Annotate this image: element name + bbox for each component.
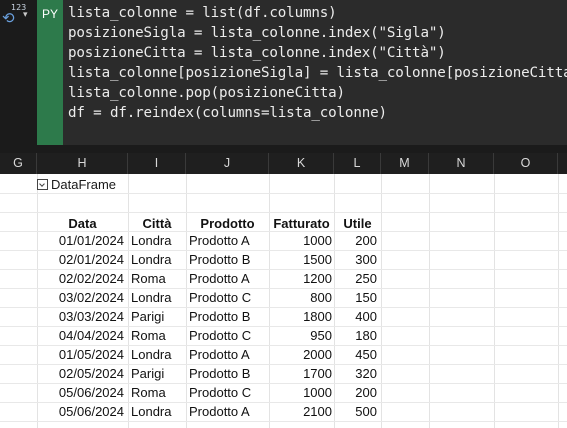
- cell-fatturato[interactable]: 950: [269, 326, 334, 345]
- cell-data[interactable]: 01/01/2024: [37, 231, 128, 250]
- cell-data[interactable]: 05/06/2024: [37, 402, 128, 421]
- dataframe-output-cell[interactable]: DataFrame: [37, 177, 116, 192]
- cell-utile[interactable]: 400: [334, 307, 381, 326]
- cell-data[interactable]: 02/01/2024: [37, 250, 128, 269]
- grid-line: [0, 421, 567, 422]
- cell-prodotto[interactable]: Prodotto C: [186, 383, 269, 402]
- cell-fatturato[interactable]: 1800: [269, 307, 334, 326]
- cell-prodotto[interactable]: Prodotto B: [186, 307, 269, 326]
- cell-utile[interactable]: 250: [334, 269, 381, 288]
- code-line[interactable]: lista_colonne.pop(posizioneCitta): [68, 85, 345, 101]
- data-type-icon[interactable]: 123 ⟲ ▾: [2, 3, 32, 27]
- cell-prodotto[interactable]: Prodotto C: [186, 288, 269, 307]
- cell-prodotto[interactable]: Prodotto B: [186, 364, 269, 383]
- cell-citta[interactable]: Londra: [128, 402, 186, 421]
- cell-utile[interactable]: 200: [334, 231, 381, 250]
- link-icon: ⟲: [2, 9, 15, 27]
- cell-data[interactable]: 02/05/2024: [37, 364, 128, 383]
- cell-citta[interactable]: Londra: [128, 231, 186, 250]
- column-header-i[interactable]: I: [128, 153, 186, 174]
- column-header-l[interactable]: L: [334, 153, 381, 174]
- grid-line: [0, 193, 567, 194]
- cell-citta[interactable]: Parigi: [128, 307, 186, 326]
- cell-data[interactable]: 02/02/2024: [37, 269, 128, 288]
- cell-citta[interactable]: Roma: [128, 326, 186, 345]
- cell-prodotto[interactable]: Prodotto A: [186, 231, 269, 250]
- cell-prodotto[interactable]: Prodotto A: [186, 402, 269, 421]
- cell-fatturato[interactable]: 1000: [269, 231, 334, 250]
- cell-citta[interactable]: Londra: [128, 288, 186, 307]
- python-editor[interactable]: 123 ⟲ ▾ PY lista_colonne = list(df.colum…: [0, 0, 567, 153]
- cell-data[interactable]: 01/05/2024: [37, 345, 128, 364]
- cell-utile[interactable]: 200: [334, 383, 381, 402]
- column-header-bar: G H I J K L M N O: [0, 153, 567, 174]
- grid-line: [0, 212, 567, 213]
- column-header-j[interactable]: J: [186, 153, 269, 174]
- cell-citta[interactable]: Parigi: [128, 364, 186, 383]
- cell-utile[interactable]: 180: [334, 326, 381, 345]
- cell-fatturato[interactable]: 1000: [269, 383, 334, 402]
- spreadsheet-grid[interactable]: DataFrame Data Città Prodotto Fatturato …: [0, 174, 567, 428]
- cell-citta[interactable]: Londra: [128, 345, 186, 364]
- cell-prodotto[interactable]: Prodotto B: [186, 250, 269, 269]
- dataframe-label: DataFrame: [51, 177, 117, 192]
- column-header-h[interactable]: H: [37, 153, 128, 174]
- cell-utile[interactable]: 300: [334, 250, 381, 269]
- cell-citta[interactable]: Roma: [128, 383, 186, 402]
- cell-fatturato[interactable]: 1200: [269, 269, 334, 288]
- code-line[interactable]: lista_colonne[posizioneSigla] = lista_co…: [68, 65, 567, 81]
- cell-data[interactable]: 04/04/2024: [37, 326, 128, 345]
- dataframe-card-icon[interactable]: [37, 179, 48, 190]
- code-line[interactable]: df = df.reindex(columns=lista_colonne): [68, 105, 387, 121]
- cell-prodotto[interactable]: Prodotto A: [186, 269, 269, 288]
- python-badge: PY: [37, 0, 63, 145]
- cell-prodotto[interactable]: Prodotto C: [186, 326, 269, 345]
- cell-fatturato[interactable]: 1500: [269, 250, 334, 269]
- cell-data[interactable]: 03/02/2024: [37, 288, 128, 307]
- chevron-down-icon: ▾: [23, 10, 28, 20]
- column-header-g[interactable]: G: [0, 153, 37, 174]
- column-header-n[interactable]: N: [429, 153, 494, 174]
- column-header-m[interactable]: M: [381, 153, 429, 174]
- cell-fatturato[interactable]: 2000: [269, 345, 334, 364]
- cell-utile[interactable]: 150: [334, 288, 381, 307]
- column-header-k[interactable]: K: [269, 153, 334, 174]
- cell-utile[interactable]: 450: [334, 345, 381, 364]
- cell-data[interactable]: 05/06/2024: [37, 383, 128, 402]
- cell-citta[interactable]: Londra: [128, 250, 186, 269]
- cell-citta[interactable]: Roma: [128, 269, 186, 288]
- code-line[interactable]: lista_colonne = list(df.columns): [68, 5, 337, 21]
- cell-fatturato[interactable]: 2100: [269, 402, 334, 421]
- cell-utile[interactable]: 500: [334, 402, 381, 421]
- cell-prodotto[interactable]: Prodotto A: [186, 345, 269, 364]
- cell-fatturato[interactable]: 1700: [269, 364, 334, 383]
- column-header-o[interactable]: O: [494, 153, 558, 174]
- cell-fatturato[interactable]: 800: [269, 288, 334, 307]
- code-area[interactable]: lista_colonne = list(df.columns) posizio…: [63, 0, 567, 145]
- code-line[interactable]: posizioneSigla = lista_colonne.index("Si…: [68, 25, 446, 41]
- cell-utile[interactable]: 320: [334, 364, 381, 383]
- code-line[interactable]: posizioneCitta = lista_colonne.index("Ci…: [68, 45, 446, 61]
- cell-data[interactable]: 03/03/2024: [37, 307, 128, 326]
- python-badge-label: PY: [41, 7, 58, 21]
